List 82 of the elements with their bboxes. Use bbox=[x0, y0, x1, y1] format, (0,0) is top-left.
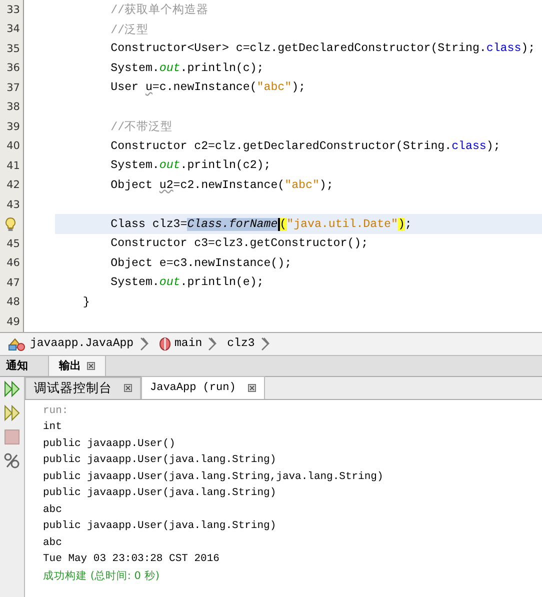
code-text: Object e=c3.newInstance(); bbox=[110, 256, 292, 270]
matched-bracket: ) bbox=[398, 218, 405, 231]
line-number: 43 bbox=[6, 198, 20, 211]
output-tab[interactable]: 调试器控制台 bbox=[25, 376, 141, 398]
output-line: abc bbox=[43, 536, 63, 550]
string-literal: "abc" bbox=[284, 178, 320, 192]
code-text: ; bbox=[404, 218, 412, 231]
double-play-icon[interactable] bbox=[3, 380, 21, 398]
double-play-icon[interactable] bbox=[3, 404, 21, 422]
field-text: out bbox=[159, 62, 180, 75]
selected-text: Class.forName bbox=[187, 218, 280, 231]
keyword-text: class bbox=[486, 42, 522, 56]
line-number: 41 bbox=[6, 160, 20, 172]
warning-text: u2 bbox=[159, 178, 174, 192]
line-number: 48 bbox=[6, 296, 20, 308]
line-number: 47 bbox=[6, 276, 20, 289]
output-line: abc bbox=[43, 502, 63, 518]
code-text: Constructor<User> c=clz.getDeclaredConstructor(String. bbox=[110, 42, 486, 56]
line-number: 34 bbox=[6, 23, 20, 36]
line-number: 39 bbox=[6, 120, 20, 133]
code-text: ); bbox=[486, 140, 500, 153]
code-text: =c2.newInstance( bbox=[173, 178, 285, 192]
line-number: 38 bbox=[6, 101, 20, 114]
output-tab[interactable]: JavaApp (run) bbox=[141, 376, 265, 398]
code-text: .println(e); bbox=[180, 276, 264, 290]
line-number: 49 bbox=[6, 316, 20, 328]
breadcrumb-item[interactable]: javaapp.JavaApp bbox=[30, 337, 134, 350]
code-comment: //获取单个构造器 bbox=[110, 2, 209, 18]
output-line: public javaapp.User() bbox=[43, 436, 176, 452]
field-text: out bbox=[159, 159, 180, 172]
code-text: User bbox=[110, 81, 140, 94]
settings-icon[interactable] bbox=[3, 452, 21, 470]
output-line: Tue May 03 23:03:28 CST 2016 bbox=[43, 552, 220, 567]
output-line: public javaapp.User(java.lang.String) bbox=[43, 453, 278, 468]
warning-text: u bbox=[145, 81, 152, 94]
code-text: System. bbox=[110, 62, 160, 75]
code-text: Object bbox=[110, 178, 154, 192]
code-text: System. bbox=[110, 159, 160, 172]
class-icon bbox=[8, 336, 26, 350]
code-text: System. bbox=[110, 276, 160, 290]
code-text: .println(c); bbox=[180, 62, 264, 75]
line-number: 45 bbox=[6, 238, 20, 250]
close-icon[interactable] bbox=[124, 384, 132, 392]
panel-tab[interactable]: 输出 bbox=[49, 356, 106, 376]
close-icon[interactable] bbox=[248, 384, 256, 392]
string-literal: "java.util.Date" bbox=[286, 218, 398, 231]
output-line: public javaapp.User(java.lang.String) bbox=[43, 486, 278, 501]
line-number: 46 bbox=[6, 257, 20, 270]
code-text: ); bbox=[521, 42, 536, 56]
code-text: Constructor c2=clz.getDeclaredConstructor(String. bbox=[110, 140, 452, 153]
lightbulb-icon[interactable] bbox=[5, 216, 16, 232]
line-number: 42 bbox=[6, 179, 20, 192]
line-number: 36 bbox=[6, 62, 20, 74]
code-text: ); bbox=[319, 178, 334, 192]
output-line: int bbox=[43, 420, 63, 435]
output-line: public javaapp.User(java.lang.String,java.lang.String) bbox=[43, 470, 384, 484]
field-text: out bbox=[159, 276, 180, 290]
line-number: 37 bbox=[6, 82, 20, 94]
line-number: 33 bbox=[6, 4, 20, 16]
output-line: public javaapp.User(java.lang.String) bbox=[43, 519, 278, 534]
code-comment: //不带泛型 bbox=[110, 120, 173, 134]
code-comment: //泛型 bbox=[110, 22, 149, 37]
code-text: ); bbox=[292, 81, 306, 94]
code-text: =c.newInstance( bbox=[152, 81, 257, 94]
output-line: run: bbox=[43, 404, 70, 418]
keyword-text: class bbox=[452, 140, 486, 153]
code-text: Class clz3= bbox=[110, 218, 188, 231]
breadcrumb-item[interactable]: clz3 bbox=[227, 337, 255, 350]
chevron-icon bbox=[140, 336, 149, 350]
close-icon[interactable] bbox=[87, 362, 95, 370]
chevron-icon bbox=[208, 336, 218, 350]
output-line: 成功构建 (总时间: 0 秒) bbox=[43, 568, 160, 584]
code-text: .println(c2); bbox=[180, 159, 271, 172]
chevron-icon bbox=[260, 336, 270, 350]
code-text: } bbox=[82, 296, 90, 309]
line-number: 40 bbox=[6, 140, 20, 152]
line-number: 35 bbox=[6, 42, 20, 55]
code-text: Constructor c3=clz3.getConstructor(); bbox=[110, 237, 368, 250]
string-literal: "abc" bbox=[256, 81, 292, 94]
breadcrumb-item[interactable]: main bbox=[174, 337, 202, 350]
method-icon bbox=[158, 336, 171, 350]
code-editor[interactable] bbox=[0, 0, 542, 332]
